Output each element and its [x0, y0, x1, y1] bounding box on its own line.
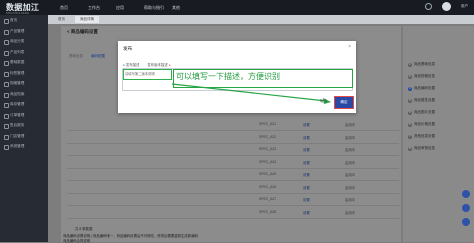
cancel-button[interactable]: 取消 [320, 99, 327, 104]
arrow-line [171, 83, 327, 102]
confirm-button[interactable]: 确定 [334, 96, 354, 109]
annotation-arrow [171, 83, 331, 104]
